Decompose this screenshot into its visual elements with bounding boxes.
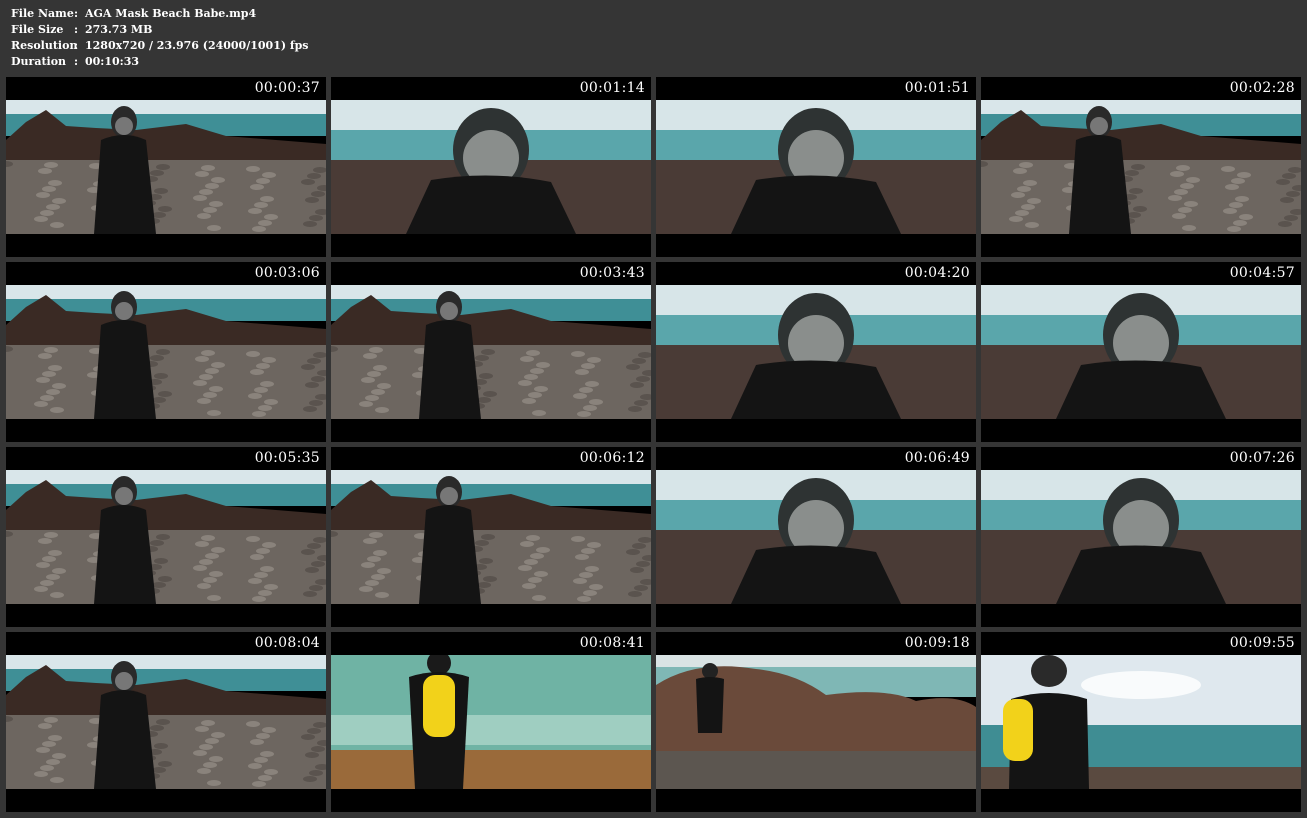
contact-sheet: File Name : AGA Mask Beach Babe.mp4 File… bbox=[0, 0, 1307, 818]
file-name-label: File Name bbox=[11, 7, 74, 20]
video-frame-image bbox=[331, 470, 651, 604]
file-name-value: AGA Mask Beach Babe.mp4 bbox=[85, 7, 257, 20]
timestamp-label: 00:06:49 bbox=[904, 450, 970, 466]
video-frame-image bbox=[981, 285, 1301, 419]
file-name-row: File Name : AGA Mask Beach Babe.mp4 bbox=[11, 6, 309, 22]
timestamp-label: 00:08:41 bbox=[579, 635, 645, 651]
thumbnail-tile: 00:03:43 bbox=[331, 262, 651, 442]
file-size-value: 273.73 MB bbox=[85, 23, 153, 36]
timestamp-label: 00:08:04 bbox=[254, 635, 320, 651]
video-frame-image bbox=[656, 470, 976, 604]
thumbnail-tile: 00:04:57 bbox=[981, 262, 1301, 442]
separator: : bbox=[74, 39, 79, 52]
thumbnail-tile: 00:00:37 bbox=[6, 77, 326, 257]
timestamp-label: 00:01:14 bbox=[579, 80, 645, 96]
timestamp-label: 00:01:51 bbox=[904, 80, 970, 96]
duration-row: Duration : 00:10:33 bbox=[11, 54, 309, 70]
timestamp-label: 00:04:20 bbox=[904, 265, 970, 281]
video-frame-image bbox=[656, 285, 976, 419]
video-frame-image bbox=[6, 470, 326, 604]
thumbnail-tile: 00:08:41 bbox=[331, 632, 651, 812]
resolution-row: Resolution : 1280x720 / 23.976 (24000/10… bbox=[11, 38, 309, 54]
timestamp-label: 00:09:55 bbox=[1229, 635, 1295, 651]
video-frame-image bbox=[6, 285, 326, 419]
video-frame-image bbox=[331, 285, 651, 419]
timestamp-label: 00:03:43 bbox=[579, 265, 645, 281]
timestamp-label: 00:09:18 bbox=[904, 635, 970, 651]
file-size-row: File Size : 273.73 MB bbox=[11, 22, 309, 38]
duration-value: 00:10:33 bbox=[85, 55, 140, 68]
duration-label: Duration bbox=[11, 55, 67, 68]
thumbnail-tile: 00:06:12 bbox=[331, 447, 651, 627]
thumbnail-tile: 00:01:14 bbox=[331, 77, 651, 257]
thumbnail-tile: 00:04:20 bbox=[656, 262, 976, 442]
video-frame-image bbox=[656, 655, 976, 789]
thumbnail-tile: 00:05:35 bbox=[6, 447, 326, 627]
timestamp-label: 00:07:26 bbox=[1229, 450, 1295, 466]
video-frame-image bbox=[331, 655, 651, 789]
thumbnail-tile: 00:06:49 bbox=[656, 447, 976, 627]
separator: : bbox=[74, 55, 79, 68]
separator: : bbox=[74, 23, 79, 36]
thumbnail-grid: 00:00:37 00:01:14 00:01:51 00:02:28 00:03:06… bbox=[6, 77, 1301, 812]
timestamp-label: 00:06:12 bbox=[579, 450, 645, 466]
resolution-label: Resolution bbox=[11, 39, 78, 52]
thumbnail-tile: 00:07:26 bbox=[981, 447, 1301, 627]
video-frame-image bbox=[981, 470, 1301, 604]
thumbnail-tile: 00:01:51 bbox=[656, 77, 976, 257]
file-size-label: File Size bbox=[11, 23, 64, 36]
timestamp-label: 00:04:57 bbox=[1229, 265, 1295, 281]
thumbnail-tile: 00:09:18 bbox=[656, 632, 976, 812]
timestamp-label: 00:05:35 bbox=[254, 450, 320, 466]
timestamp-label: 00:03:06 bbox=[254, 265, 320, 281]
timestamp-label: 00:02:28 bbox=[1229, 80, 1295, 96]
video-frame-image bbox=[981, 655, 1301, 789]
video-frame-image bbox=[981, 100, 1301, 234]
separator: : bbox=[74, 7, 79, 20]
file-info-panel: File Name : AGA Mask Beach Babe.mp4 File… bbox=[11, 6, 309, 70]
video-frame-image bbox=[331, 100, 651, 234]
video-frame-image bbox=[6, 655, 326, 789]
video-frame-image bbox=[656, 100, 976, 234]
video-frame-image bbox=[6, 100, 326, 234]
resolution-value: 1280x720 / 23.976 (24000/1001) fps bbox=[85, 39, 309, 52]
thumbnail-tile: 00:09:55 bbox=[981, 632, 1301, 812]
thumbnail-tile: 00:02:28 bbox=[981, 77, 1301, 257]
timestamp-label: 00:00:37 bbox=[254, 80, 320, 96]
thumbnail-tile: 00:03:06 bbox=[6, 262, 326, 442]
thumbnail-tile: 00:08:04 bbox=[6, 632, 326, 812]
